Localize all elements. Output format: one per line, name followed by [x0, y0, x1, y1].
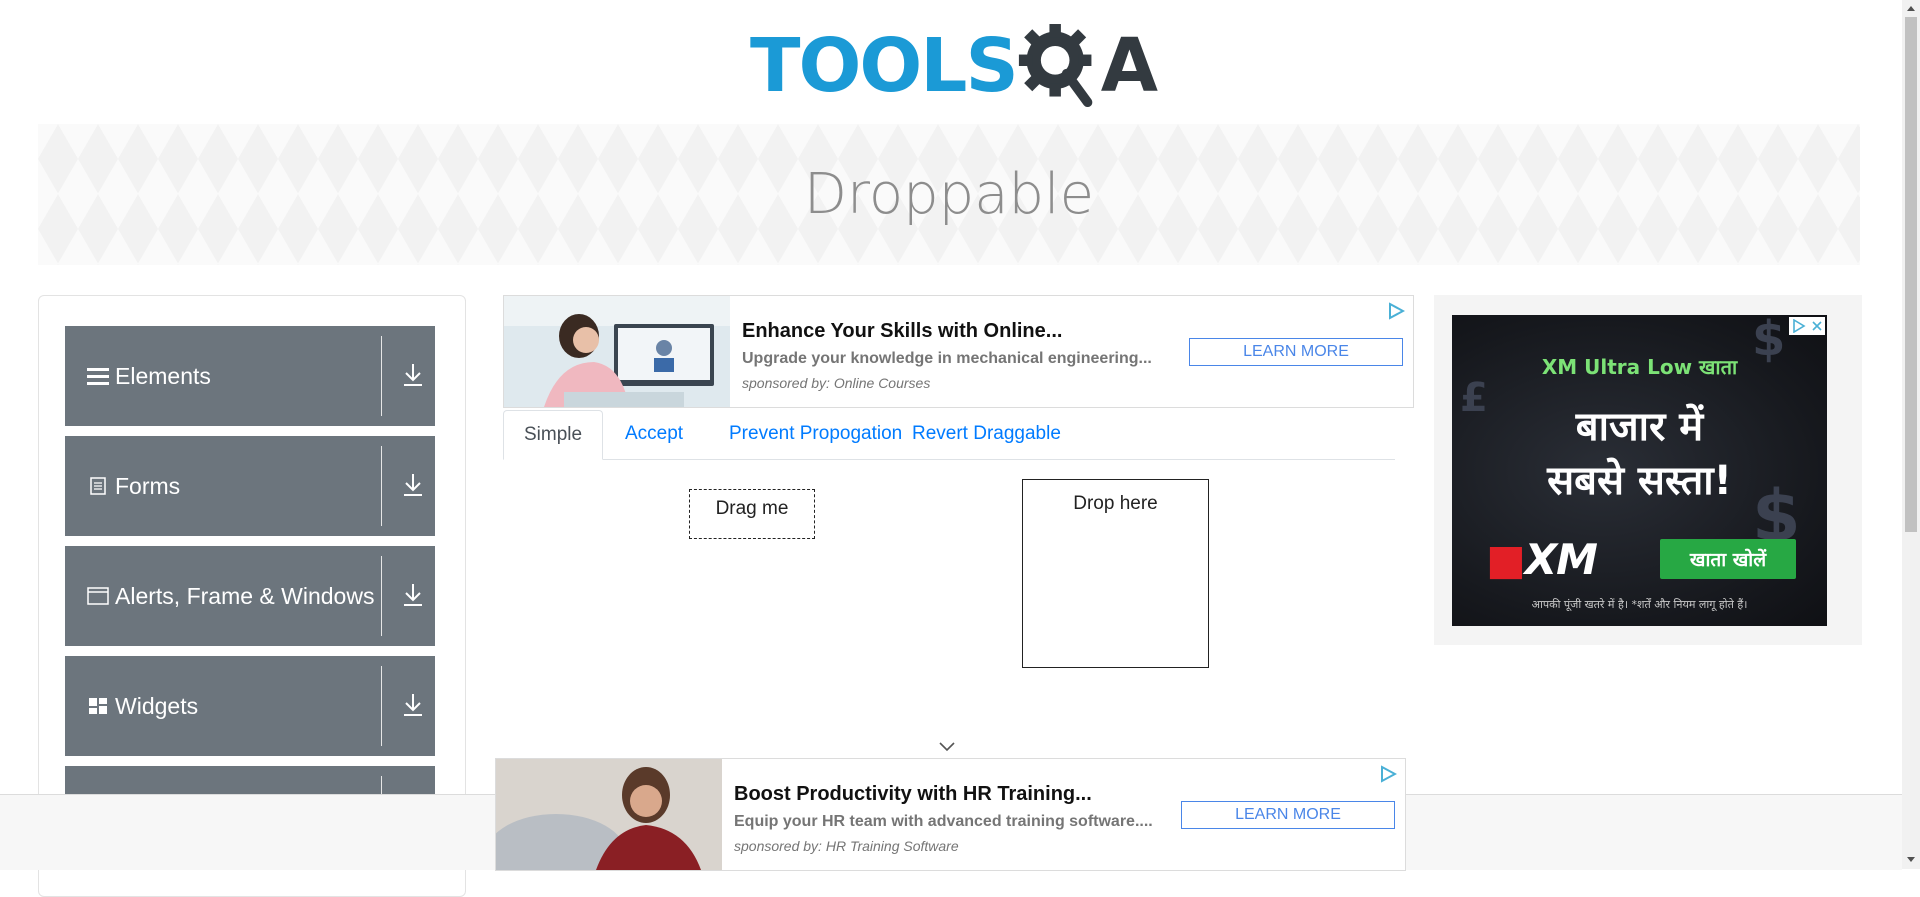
sidebar-group-label: Forms: [115, 472, 181, 499]
hamburger-icon: [85, 366, 111, 386]
gear-magnifier-icon: [1018, 24, 1093, 108]
adchoices-icon[interactable]: [1379, 765, 1397, 783]
scroll-down-icon[interactable]: [1906, 855, 1916, 865]
toolsqa-logo[interactable]: TOOLS A: [750, 18, 1158, 114]
tab-simple[interactable]: Simple: [503, 410, 604, 460]
tab-accept[interactable]: Accept: [605, 410, 703, 458]
divider: [381, 666, 382, 746]
sidebar-group-label: Elements: [115, 362, 211, 389]
xm-tagline-1: बाजार में: [1575, 404, 1704, 450]
tab-prevent-propogation[interactable]: Prevent Propogation: [709, 410, 922, 458]
ad-image-online-courses[interactable]: [504, 296, 730, 407]
xm-disclaimer: आपकी पूंजी खतरे में है। *शर्तें और नियम …: [1531, 598, 1748, 611]
download-arrow-icon[interactable]: [401, 360, 425, 390]
divider: [381, 556, 382, 636]
divider: [381, 446, 382, 526]
tab-revert-draggable[interactable]: Revert Draggable: [892, 410, 1081, 458]
ad-image-hr-training[interactable]: [496, 759, 722, 870]
draggable-box[interactable]: Drag me: [689, 489, 815, 539]
download-arrow-icon[interactable]: [401, 580, 425, 610]
ad-title[interactable]: Enhance Your Skills with Online...: [742, 320, 1062, 343]
page-banner: Droppable: [38, 124, 1860, 265]
scroll-up-icon[interactable]: [1906, 3, 1916, 13]
ad-description: Upgrade your knowledge in mechanical eng…: [742, 350, 1152, 367]
window-icon: [85, 587, 111, 605]
chevron-down-icon[interactable]: [937, 740, 957, 754]
sidebar-group-alerts-frame-windows[interactable]: Alerts, Frame & Windows: [65, 546, 435, 646]
xm-headline: XM Ultra Low खाता: [1541, 355, 1738, 379]
scrollbar-thumb[interactable]: [1905, 17, 1917, 532]
divider: [381, 336, 382, 416]
sidebar-group-label: Widgets: [115, 692, 199, 719]
adchoices-icon[interactable]: [1792, 319, 1806, 333]
xm-cta-button[interactable]: खाता खोलें: [1660, 539, 1796, 579]
xm-tagline-2: सबसे सस्ता!: [1547, 458, 1732, 504]
logo-text-tools: TOOLS: [750, 23, 1019, 109]
download-arrow-icon[interactable]: [401, 690, 425, 720]
xm-logo: ■XM: [1486, 535, 1598, 584]
ad-right-xm[interactable]: $ £ $ XM Ultra Low खाता बाजार में सबसे स…: [1452, 315, 1827, 626]
logo-text-a: A: [1100, 23, 1158, 109]
xm-logo-text: XM: [1524, 535, 1598, 584]
document-icon: [85, 477, 111, 495]
sidebar-group-forms[interactable]: Forms: [65, 436, 435, 536]
page: TOOLS A Droppable Elements Forms Alerts,…: [0, 0, 1902, 897]
droppable-tabs: Simple Accept Prevent Propogation Revert…: [503, 410, 1395, 460]
sidebar-group-elements[interactable]: Elements: [65, 326, 435, 426]
sidebar-group-label: Alerts, Frame & Windows: [115, 582, 375, 609]
page-title: Droppable: [803, 162, 1095, 227]
droppable-target[interactable]: Drop here: [1022, 479, 1209, 668]
ad-bottom[interactable]: Boost Productivity with HR Training... E…: [495, 758, 1406, 871]
close-icon[interactable]: [1811, 320, 1823, 332]
adchoices-icon[interactable]: [1387, 302, 1405, 320]
sidebar-group-widgets[interactable]: Widgets: [65, 656, 435, 756]
ad-top[interactable]: Enhance Your Skills with Online... Upgra…: [503, 295, 1414, 408]
widgets-icon: [85, 697, 111, 715]
ad-learn-more-button[interactable]: LEARN MORE: [1181, 801, 1395, 829]
xm-logo-mark: ■: [1486, 535, 1526, 584]
ad-sponsor: sponsored by: HR Training Software: [734, 838, 959, 854]
download-arrow-icon[interactable]: [401, 470, 425, 500]
ad-right-container: $ £ $ XM Ultra Low खाता बाजार में सबसे स…: [1434, 295, 1862, 645]
ad-title[interactable]: Boost Productivity with HR Training...: [734, 783, 1092, 806]
ad-sponsor: sponsored by: Online Courses: [742, 375, 931, 391]
ad-learn-more-button[interactable]: LEARN MORE: [1189, 338, 1403, 366]
ad-close-controls[interactable]: [1789, 317, 1825, 335]
page-scrollbar[interactable]: [1902, 0, 1920, 869]
ad-description: Equip your HR team with advanced trainin…: [734, 813, 1153, 830]
